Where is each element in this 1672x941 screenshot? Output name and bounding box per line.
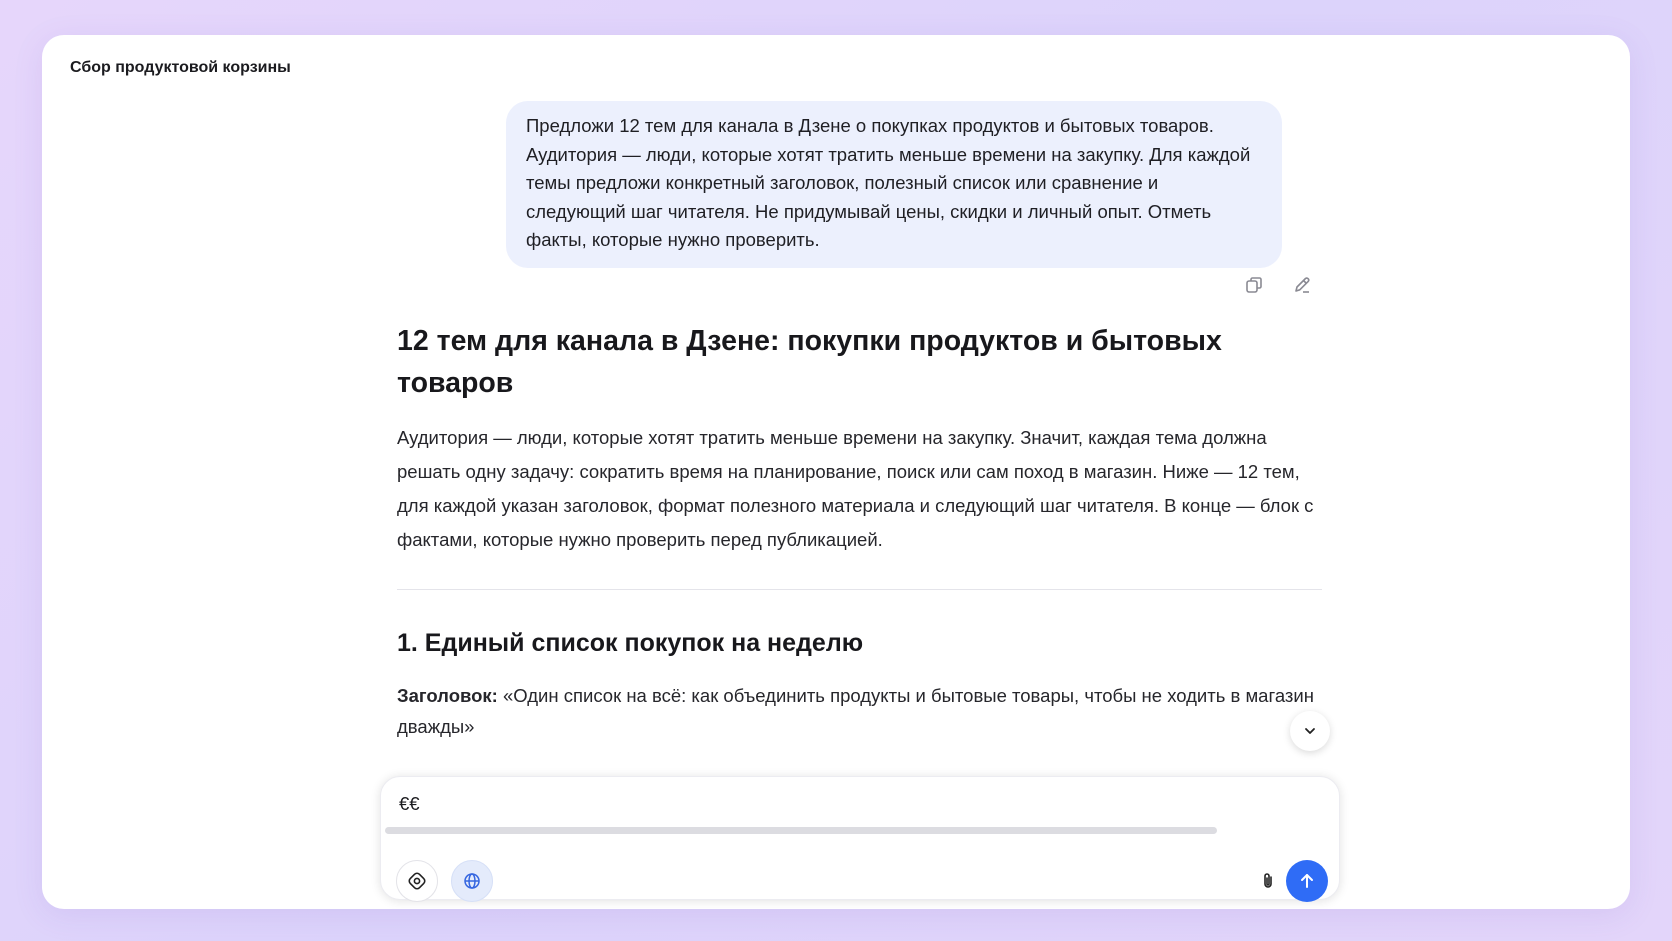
answer-heading: 12 тем для канала в Дзене: покупки проду… xyxy=(397,325,1222,399)
assistant-answer: 12 тем для канала в Дзене: покупки проду… xyxy=(397,320,1322,792)
paperclip-icon xyxy=(1264,873,1272,888)
message-input[interactable] xyxy=(399,791,1199,817)
chat-window: Сбор продуктовой корзины Предложи 12 тем… xyxy=(42,35,1630,909)
section-divider xyxy=(397,589,1322,590)
answer-intro: Аудитория — люди, которые хотят тратить … xyxy=(397,427,1314,550)
composer-scrollbar[interactable] xyxy=(385,827,1217,834)
message-actions xyxy=(1242,273,1314,297)
message-composer xyxy=(380,776,1340,902)
tools-icon xyxy=(408,872,426,890)
web-search-button[interactable] xyxy=(451,860,493,902)
arrow-up-icon xyxy=(1301,874,1313,888)
topic-1-headline: Заголовок: «Один список на всё: как объе… xyxy=(397,680,1322,742)
attach-button[interactable] xyxy=(1247,860,1289,902)
headline-text: «Один список на всё: как объединить прод… xyxy=(397,685,1314,737)
user-message-text: Предложи 12 тем для канала в Дзене о пок… xyxy=(526,115,1251,250)
topic-1-title: 1. Единый список покупок на неделю xyxy=(397,629,864,657)
copy-icon[interactable] xyxy=(1242,273,1266,297)
chat-title: Сбор продуктовой корзины xyxy=(70,59,291,76)
pencil-icon[interactable] xyxy=(1290,273,1314,297)
user-message-bubble: Предложи 12 тем для канала в Дзене о пок… xyxy=(506,101,1282,268)
chevron-down-icon xyxy=(1305,728,1315,734)
headline-label: Заголовок: xyxy=(397,685,498,706)
tools-button[interactable] xyxy=(396,860,438,902)
scroll-down-button[interactable] xyxy=(1290,711,1330,751)
send-button[interactable] xyxy=(1286,860,1328,902)
globe-icon xyxy=(464,873,480,889)
